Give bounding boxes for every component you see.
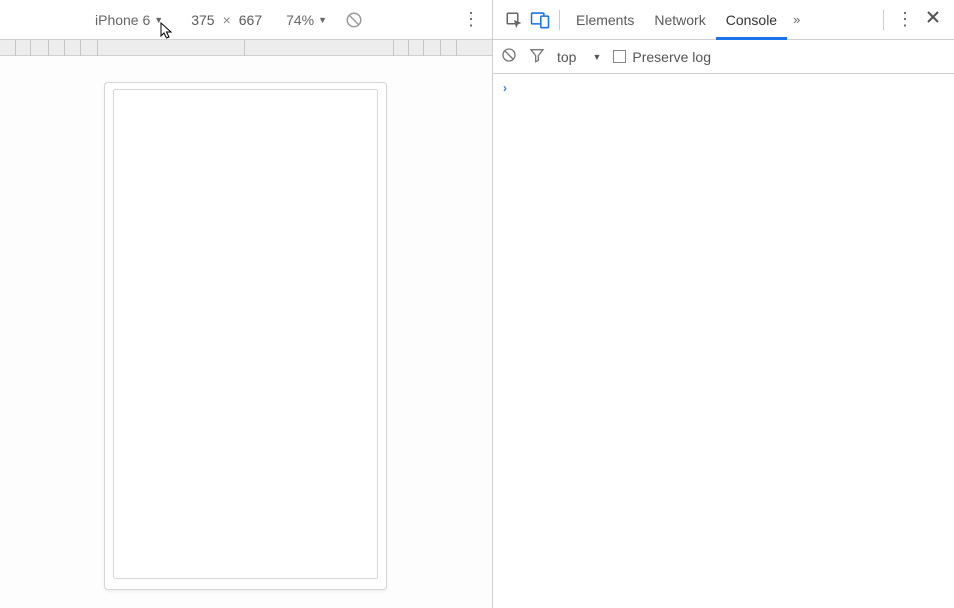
tab-network[interactable]: Network bbox=[644, 0, 715, 40]
chevron-down-icon: ▼ bbox=[154, 15, 163, 25]
context-label: top bbox=[557, 49, 576, 65]
ruler-tick bbox=[408, 40, 409, 56]
tab-elements[interactable]: Elements bbox=[566, 0, 644, 40]
rotate-icon[interactable] bbox=[345, 11, 363, 29]
device-toolbar: iPhone 6 ▼ 375 × 667 74% ▼ ⋮ bbox=[0, 0, 492, 40]
ruler-tick bbox=[48, 40, 49, 56]
checkbox-box bbox=[613, 50, 626, 63]
devtools-menu[interactable]: ⋮ bbox=[890, 9, 920, 30]
console-toolbar: top ▼ Preserve log bbox=[493, 40, 954, 74]
ruler-tick bbox=[97, 40, 98, 56]
chevron-down-icon: ▼ bbox=[318, 15, 327, 25]
tab-console[interactable]: Console bbox=[716, 0, 787, 40]
device-selector[interactable]: iPhone 6 ▼ bbox=[95, 12, 163, 28]
console-prompt-icon: › bbox=[503, 81, 507, 95]
separator bbox=[559, 10, 560, 30]
devtools-tabbar: Elements Network Console » ⋮ bbox=[493, 0, 954, 40]
execution-context-selector[interactable]: top ▼ bbox=[557, 49, 601, 65]
device-name-label: iPhone 6 bbox=[95, 12, 150, 28]
dimension-separator: × bbox=[223, 12, 231, 28]
zoom-selector[interactable]: 74% ▼ bbox=[286, 12, 327, 28]
device-height-input[interactable]: 667 bbox=[239, 12, 262, 28]
clear-console-icon[interactable] bbox=[501, 47, 517, 66]
device-frame bbox=[104, 82, 387, 590]
device-width-input[interactable]: 375 bbox=[191, 12, 214, 28]
ruler-tick bbox=[423, 40, 424, 56]
toggle-device-toolbar-icon[interactable] bbox=[527, 7, 553, 33]
ruler-tick bbox=[80, 40, 81, 56]
ruler-tick bbox=[456, 40, 457, 56]
ruler-tick bbox=[30, 40, 31, 56]
ruler-tick bbox=[244, 40, 245, 56]
ruler-tick bbox=[440, 40, 441, 56]
devtools-panel: Elements Network Console » ⋮ top ▼ bbox=[493, 0, 954, 608]
ruler-tick bbox=[15, 40, 16, 56]
filter-icon[interactable] bbox=[529, 47, 545, 66]
device-viewport-area bbox=[0, 56, 492, 608]
device-toolbar-menu[interactable]: ⋮ bbox=[462, 9, 480, 30]
close-devtools-icon[interactable] bbox=[920, 10, 946, 29]
separator bbox=[883, 10, 884, 30]
ruler-tick bbox=[393, 40, 394, 56]
device-emulator-panel: iPhone 6 ▼ 375 × 667 74% ▼ ⋮ bbox=[0, 0, 493, 608]
zoom-label: 74% bbox=[286, 12, 314, 28]
preserve-log-label: Preserve log bbox=[632, 49, 711, 65]
preserve-log-checkbox[interactable]: Preserve log bbox=[613, 49, 711, 65]
more-tabs-icon[interactable]: » bbox=[787, 12, 806, 27]
device-screen[interactable] bbox=[113, 89, 378, 579]
ruler bbox=[0, 40, 492, 56]
chevron-down-icon: ▼ bbox=[592, 52, 601, 62]
inspect-element-icon[interactable] bbox=[501, 7, 527, 33]
ruler-tick bbox=[64, 40, 65, 56]
console-output[interactable]: › bbox=[493, 74, 954, 608]
